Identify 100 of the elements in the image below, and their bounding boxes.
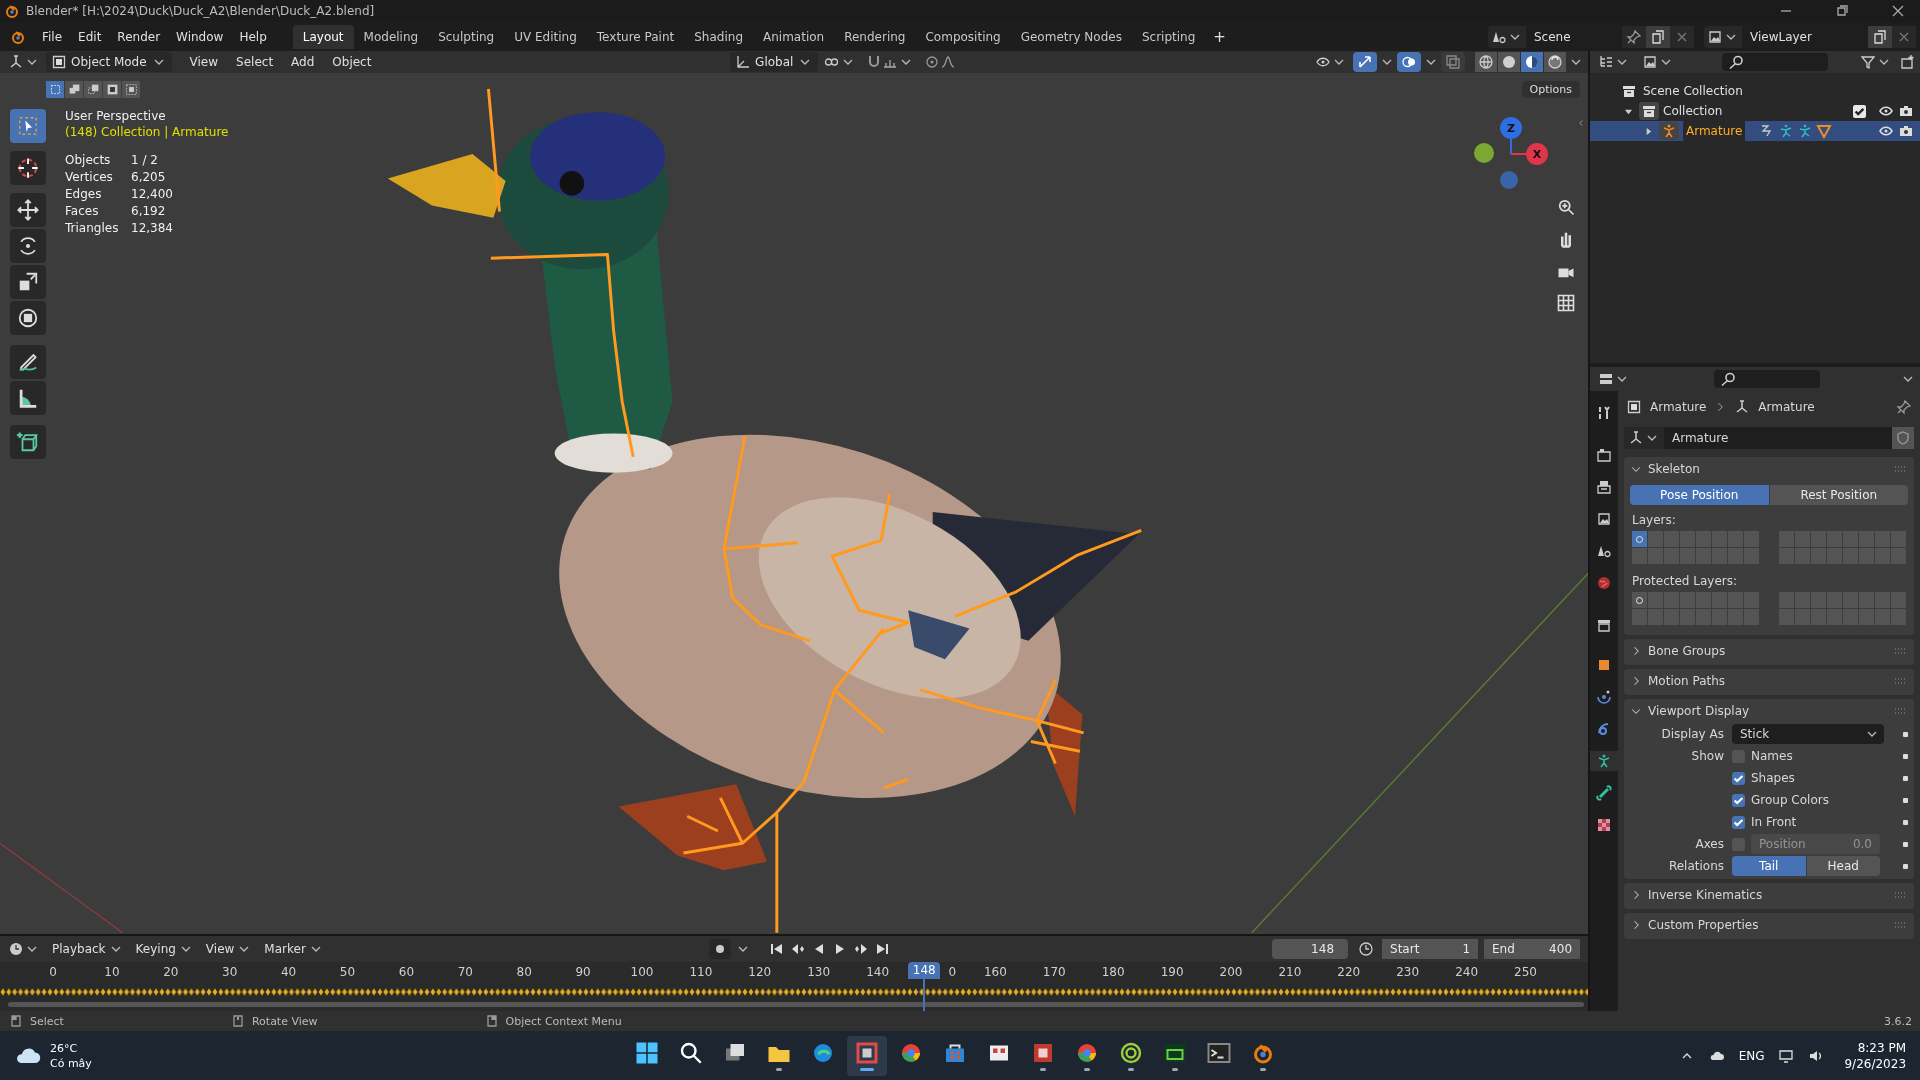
active-object-context: (148) Collection | Armature (65, 125, 229, 139)
workspace-tab[interactable]: Sculpting (428, 24, 505, 49)
panel-header[interactable]: Viewport Display (1624, 699, 1914, 723)
field-label: Relations (1667, 859, 1725, 873)
timeline-menu[interactable]: View (201, 941, 257, 957)
menu-item[interactable]: File (34, 26, 71, 47)
frame-number: 120 (748, 965, 772, 979)
timeline-menu[interactable]: Playback (48, 941, 128, 957)
outliner-item-label: Scene Collection (1643, 84, 1743, 98)
stat-value: 1 / 2 (131, 153, 159, 167)
frame-number: 80 (516, 965, 532, 979)
stat-label: Vertices (65, 170, 114, 184)
segment-button[interactable]: Tail (1732, 856, 1806, 876)
outliner-item-label: Armature (1683, 120, 1746, 142)
frame-number: 110 (689, 965, 713, 979)
field-label: Layers: (1631, 512, 1677, 529)
menu-item[interactable]: View (181, 52, 227, 72)
axis-handle[interactable]: X (1526, 143, 1548, 165)
breadcrumb-item: Armature (1758, 400, 1815, 414)
frame-number: 210 (1278, 965, 1302, 979)
panel-header[interactable]: Custom Properties (1624, 913, 1914, 937)
frame-number: 160 (983, 965, 1007, 979)
weather-condition: Có mây (50, 1055, 92, 1071)
stat-value: 12,384 (131, 221, 174, 235)
view-name: User Perspective (65, 109, 167, 123)
panel-title: Bone Groups (1648, 644, 1726, 658)
timeline-menu[interactable]: Marker (260, 941, 328, 957)
workspace-tab[interactable]: Rendering (834, 24, 916, 49)
panel-header[interactable]: Skeleton (1624, 457, 1914, 481)
workspace-tab[interactable]: Layout (292, 24, 354, 49)
workspace-tab[interactable]: Animation (753, 24, 835, 49)
segment-button[interactable]: Head (1806, 856, 1880, 876)
stat-label: Objects (65, 153, 112, 167)
language-indicator[interactable]: ENG (1738, 1048, 1765, 1063)
workspace-tab[interactable]: Shading (684, 24, 753, 49)
panel-header[interactable]: Inverse Kinematics (1624, 883, 1914, 907)
panel-header[interactable]: Bone Groups (1624, 639, 1914, 663)
stat-label: Faces (65, 204, 100, 218)
playhead[interactable]: 148 (908, 962, 941, 1011)
3d-viewport[interactable]: User Perspective (148) Collection | Armature Objects 1 / 2 Vertices 6,205 Edges 12,400 Faces 6,192 Triangles 12,384 Options Z X (0, 73, 1588, 934)
menu-item[interactable]: Help (231, 26, 275, 47)
end-frame-field[interactable]: End 400 (1484, 939, 1580, 959)
frame-number: 220 (1337, 965, 1361, 979)
panel-title: Motion Paths (1648, 674, 1726, 688)
add-workspace-button[interactable]: + (1205, 24, 1234, 49)
mode-dropdown[interactable]: Object Mode (46, 52, 172, 72)
outliner-row[interactable]: Scene Collection (1590, 81, 1920, 101)
status-hint: Object Context Menu (505, 1014, 622, 1028)
breadcrumb-item: Armature (1650, 400, 1707, 414)
workspace-tab[interactable]: Scripting (1131, 24, 1206, 49)
temperature: 26°C (50, 1040, 79, 1056)
timeline-menu[interactable]: Keying (131, 941, 198, 957)
panel-title: Skeleton (1648, 462, 1700, 476)
menu-item[interactable]: Object (324, 52, 380, 72)
panel-header[interactable]: Motion Paths (1624, 669, 1914, 693)
frame-number: 170 (1042, 965, 1066, 979)
menu-item[interactable]: Add (283, 52, 323, 72)
orientation-dropdown[interactable]: Global (730, 52, 819, 72)
frame-number: 10 (104, 965, 120, 979)
frame-number: 240 (1455, 965, 1479, 979)
display-as-dropdown[interactable]: Stick (1732, 724, 1884, 744)
stat-label: Edges (65, 187, 103, 201)
options-dropdown[interactable]: Options (1521, 81, 1580, 98)
field-label: Show (1690, 749, 1725, 763)
frame-number: 40 (280, 965, 297, 979)
frame-number: 140 (866, 965, 890, 979)
checkbox-label: Group Colors (1751, 793, 1829, 807)
frame-number: 30 (222, 965, 238, 979)
menu-item[interactable]: Render (109, 26, 169, 47)
start-frame-field[interactable]: Start 1 (1382, 939, 1478, 959)
outliner-row[interactable]: Collection (1590, 101, 1920, 121)
checkbox-label: In Front (1751, 815, 1797, 829)
workspace-tab[interactable]: Geometry Nodes (1010, 24, 1132, 49)
frame-number: 100 (630, 965, 654, 979)
outliner-row[interactable]: Armature (1590, 121, 1920, 141)
frame-number: 250 (1514, 965, 1537, 979)
checkbox-label: Shapes (1751, 771, 1795, 785)
frame-number: 90 (575, 965, 591, 979)
segment-button[interactable]: Rest Position (1769, 485, 1908, 505)
menu-item[interactable]: Edit (70, 26, 110, 47)
menu-item[interactable]: Select (228, 52, 282, 72)
frame-number: 180 (1101, 965, 1125, 979)
workspace-tab[interactable]: UV Editing (504, 24, 587, 49)
workspace-tab[interactable]: Texture Paint (586, 24, 685, 49)
menu-item[interactable]: Window (168, 26, 232, 47)
frame-number: 230 (1396, 965, 1420, 979)
frame-number: 0 (49, 965, 57, 979)
datablock-name-field[interactable]: Armature (1664, 427, 1892, 449)
status-hint: Rotate View (251, 1014, 318, 1028)
workspace-tab[interactable]: Compositing (915, 24, 1011, 49)
stat-value: 6,192 (131, 204, 167, 218)
workspace-tab[interactable]: Modeling (353, 24, 429, 49)
field-label: Axes (1694, 837, 1725, 851)
stat-value: 12,400 (131, 187, 174, 201)
axis-handle[interactable]: Z (1500, 117, 1522, 139)
field-label: Display As (1660, 727, 1725, 741)
current-frame-field[interactable]: 148 (1272, 939, 1348, 959)
window-title: Blender* [H:\2024\Duck\Duck_A2\Blender\Duck_A2.blend] (26, 4, 375, 18)
segment-button[interactable]: Pose Position (1630, 485, 1769, 505)
frame-number: 190 (1160, 965, 1184, 979)
